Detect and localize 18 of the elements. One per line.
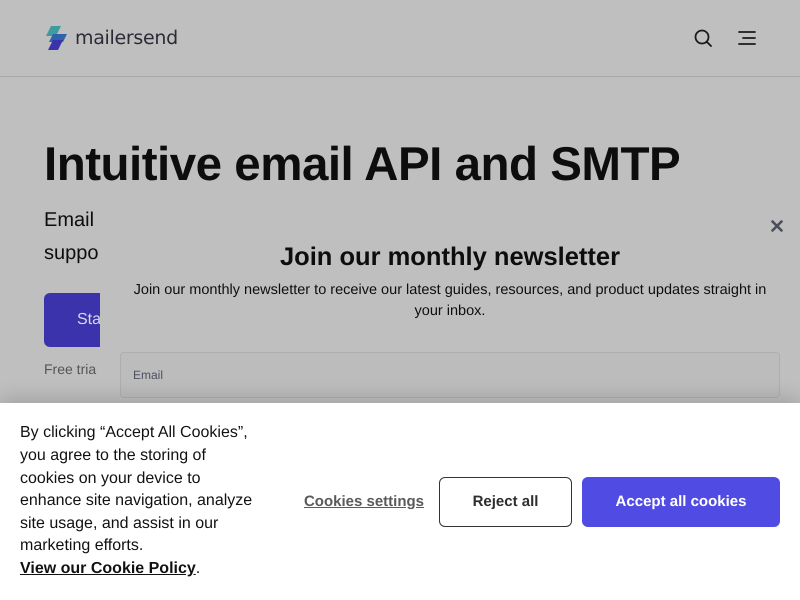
start-button[interactable]: Sta	[44, 293, 100, 347]
logo-wordmark: mailersend	[75, 27, 178, 49]
close-icon[interactable]	[771, 220, 783, 232]
accept-button[interactable]: Accept all cookies	[582, 476, 780, 526]
search-icon[interactable]	[694, 29, 712, 47]
free-trial-note: Free tria	[44, 360, 96, 379]
cookies-settings-link[interactable]: Cookies settings	[304, 493, 424, 510]
menu-icon[interactable]	[738, 31, 756, 45]
hero-title: Intuitive email API and SMTP	[44, 137, 680, 192]
newsletter-description: Join our monthly newsletter to receive our latest guides, resources, and product updates straight in your inbox.	[132, 281, 768, 321]
newsletter-title: Join our monthly newsletter	[278, 242, 622, 272]
hero-subtitle-text: Email	[44, 208, 94, 233]
cookie-policy-link[interactable]: View our Cookie Policy	[20, 560, 196, 577]
hero-subtitle-text: suppo	[44, 241, 98, 266]
email-field[interactable]: Email	[120, 352, 780, 398]
reject-button[interactable]: Reject all	[439, 476, 572, 526]
logo-icon	[44, 26, 68, 50]
cookie-notice-text: By clicking “Accept All Cookies”, you agree to the storing of cookies on your device to enhance site navigation, analyze site usage, and assist in our marketing efforts. View our Cookie Policy.	[20, 423, 254, 579]
